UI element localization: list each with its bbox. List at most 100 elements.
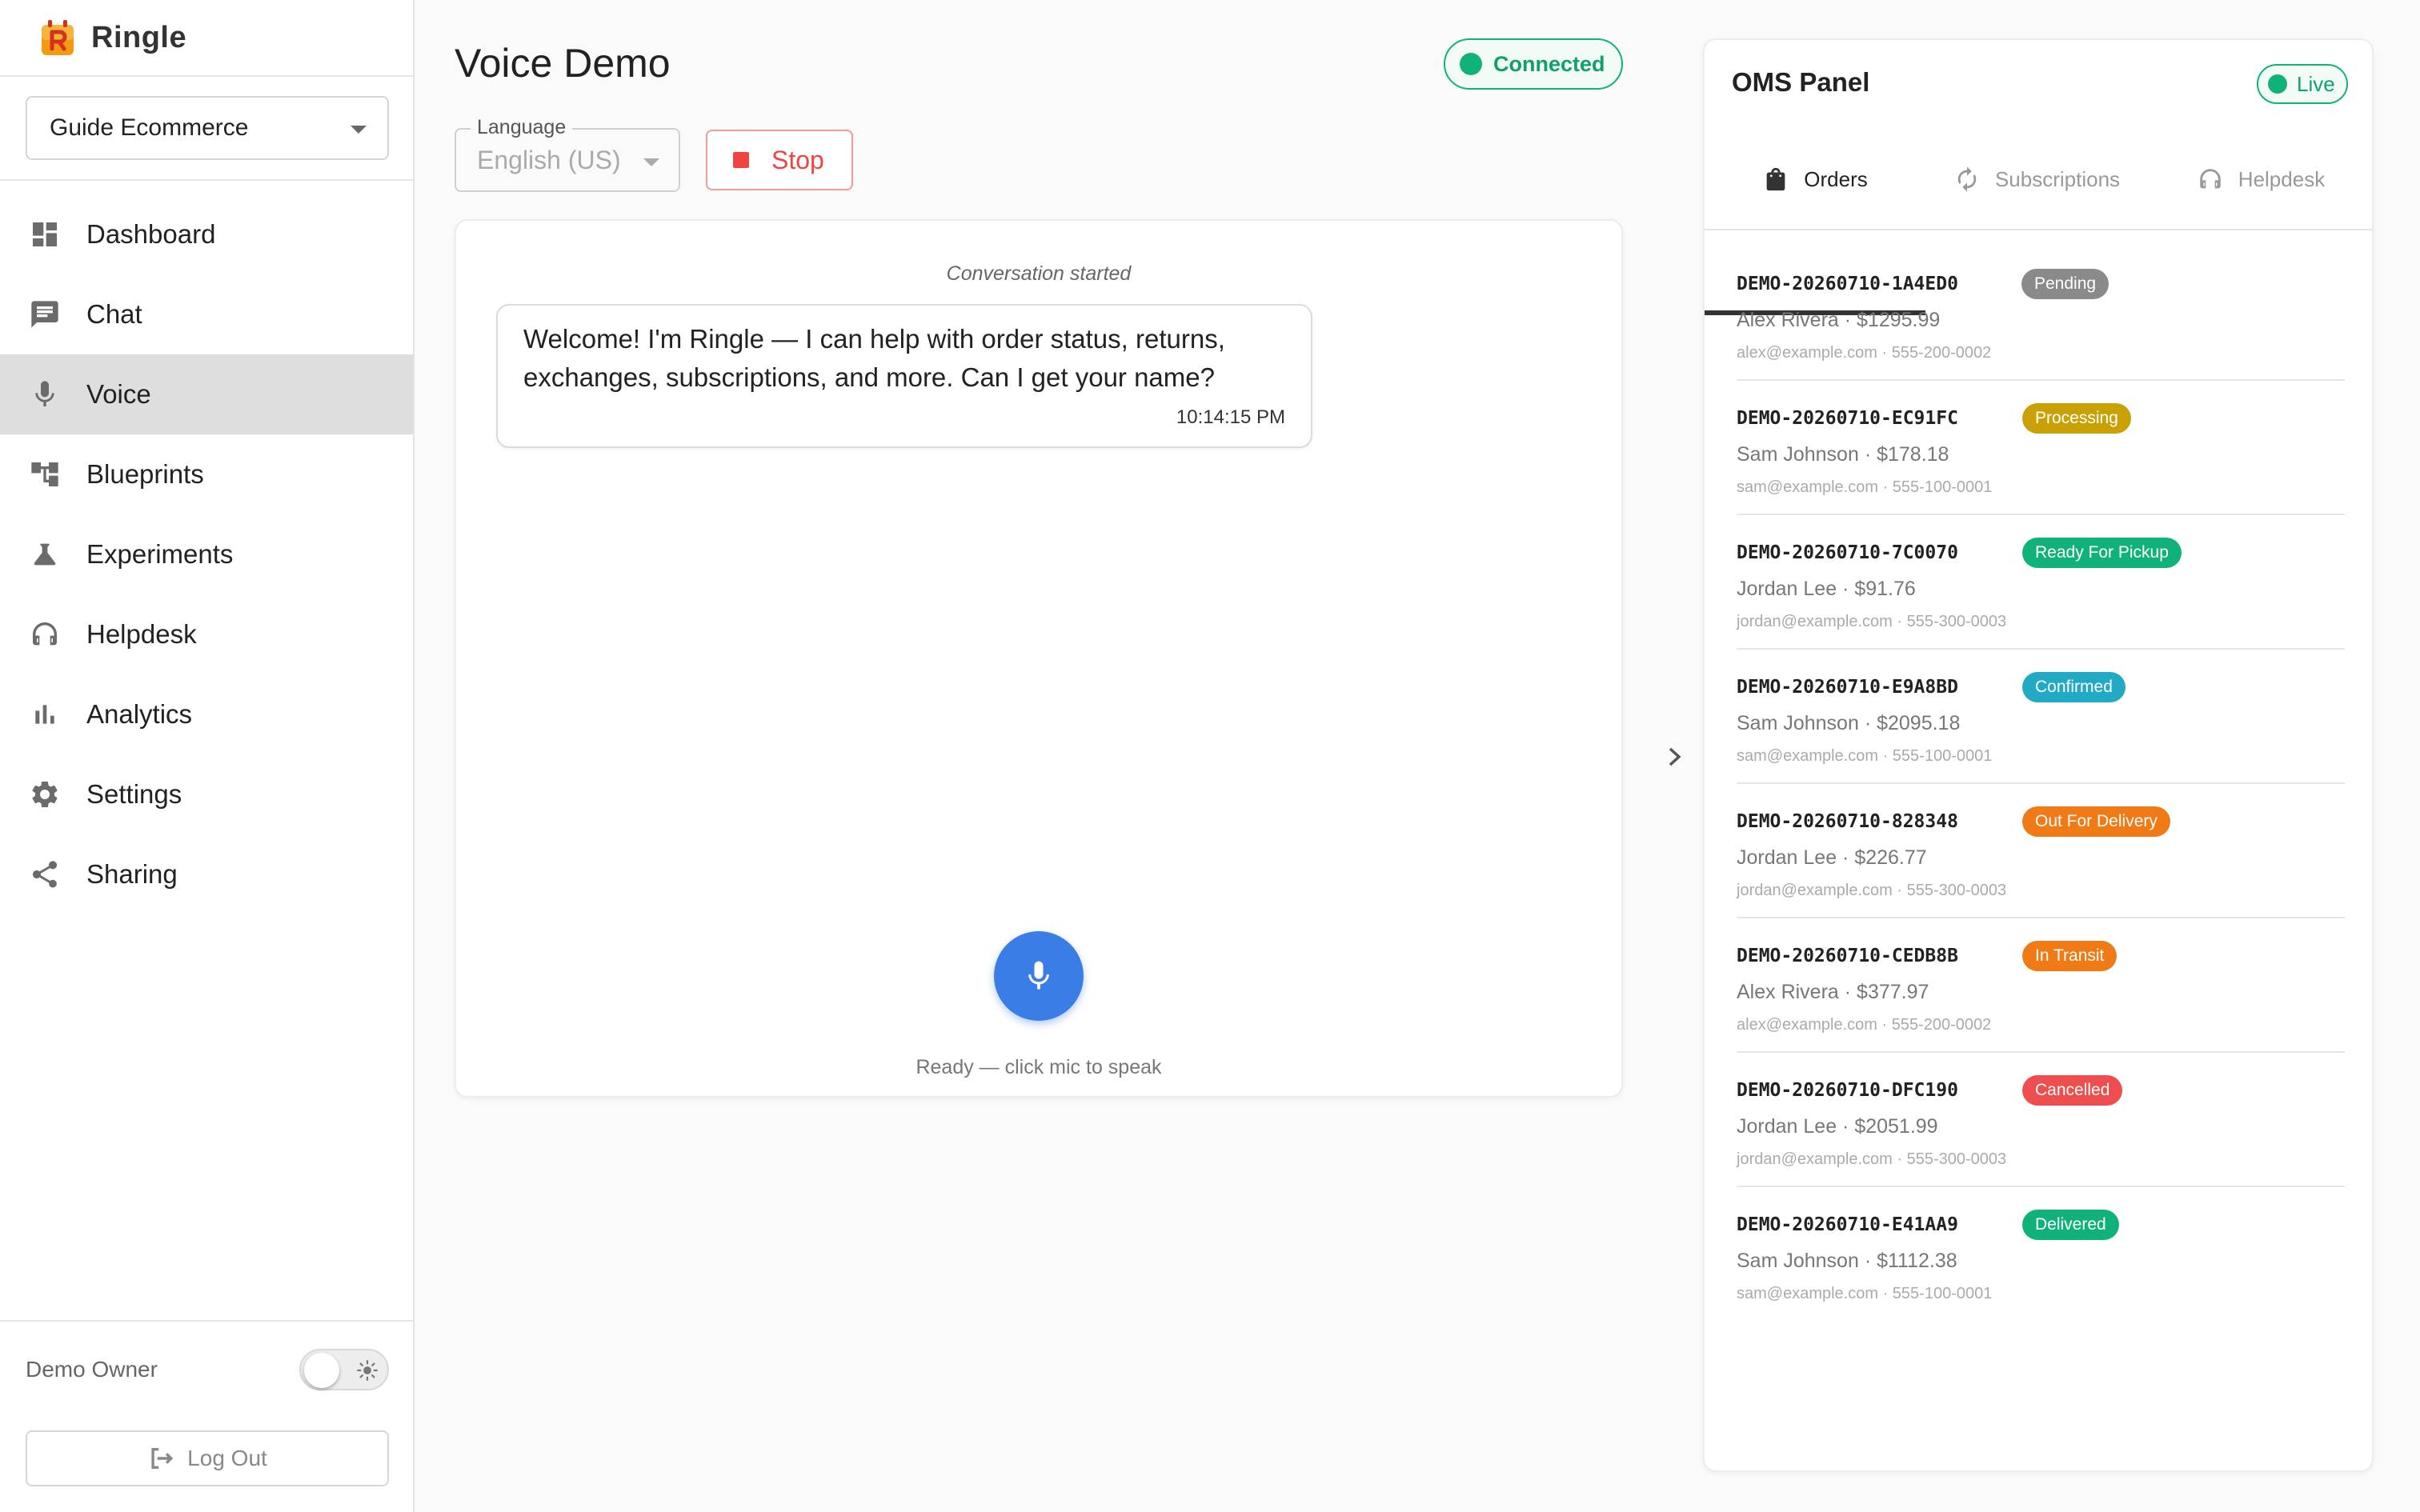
page-title: Voice Demo <box>455 41 671 86</box>
orders-list: DEMO-20260710-1A4ED0 Pending Alex Rivera… <box>1737 246 2345 1322</box>
status-dot-icon <box>2268 74 2287 94</box>
ringle-logo-icon <box>42 20 74 55</box>
sidebar-item-label: Blueprints <box>86 459 204 489</box>
order-status-badge: Pending <box>2021 269 2109 299</box>
order-status-badge: Ready For Pickup <box>2022 538 2182 568</box>
order-customer: Jordan Lee · $91.76 <box>1737 578 1916 600</box>
gear-icon <box>29 778 61 810</box>
brand-name: Ringle <box>91 20 187 54</box>
order-row[interactable]: DEMO-20260710-1A4ED0 Pending Alex Rivera… <box>1737 246 2345 381</box>
sidebar-divider <box>0 179 415 181</box>
refresh-icon <box>1957 166 1977 192</box>
order-status-badge: Cancelled <box>2022 1075 2123 1106</box>
chat-icon <box>29 298 61 330</box>
sidebar-divider <box>0 1320 415 1322</box>
order-contact: alex@example.com · 555-200-0002 <box>1737 344 1992 362</box>
order-status-badge: Delivered <box>2022 1210 2119 1240</box>
order-customer: Alex Rivera · $1295.99 <box>1737 309 1941 331</box>
tab-label: Helpdesk <box>2238 166 2326 191</box>
message-timestamp: 10:14:15 PM <box>1176 406 1285 428</box>
order-customer: Sam Johnson · $178.18 <box>1737 443 1949 466</box>
headset-icon <box>2200 169 2221 189</box>
user-row: Demo Owner <box>26 1344 389 1395</box>
connection-status-label: Connected <box>1493 51 1605 76</box>
sidebar-item-blueprints[interactable]: Blueprints <box>0 434 413 514</box>
order-row[interactable]: DEMO-20260710-E41AA9 Delivered Sam Johns… <box>1737 1187 2345 1322</box>
order-customer: Alex Rivera · $377.97 <box>1737 981 1929 1003</box>
stop-icon <box>733 152 749 168</box>
sidebar-item-label: Sharing <box>86 859 178 889</box>
sidebar-item-label: Helpdesk <box>86 619 197 649</box>
order-contact: jordan@example.com · 555-300-0003 <box>1737 882 2007 899</box>
flask-icon <box>29 538 61 570</box>
tab-subscriptions[interactable]: Subscriptions <box>1925 128 2148 230</box>
tab-label: Orders <box>1804 166 1868 191</box>
order-contact: sam@example.com · 555-100-0001 <box>1737 747 1993 765</box>
sidebar-item-analytics[interactable]: Analytics <box>0 674 413 754</box>
chevron-down-icon <box>351 126 367 134</box>
conversation-panel: Conversation started Welcome! I'm Ringle… <box>455 219 1623 1098</box>
order-id: DEMO-20260710-EC91FC <box>1737 408 1958 429</box>
connection-status-badge: Connected <box>1444 38 1623 90</box>
order-row[interactable]: DEMO-20260710-CEDB8B In Transit Alex Riv… <box>1737 918 2345 1053</box>
mic-button[interactable] <box>994 931 1084 1021</box>
sidebar-item-settings[interactable]: Settings <box>0 754 413 834</box>
mic-status-text: Ready — click mic to speak <box>916 1056 1162 1078</box>
order-id: DEMO-20260710-CEDB8B <box>1737 946 1958 966</box>
order-contact: jordan@example.com · 555-300-0003 <box>1737 1150 2007 1168</box>
logout-label: Log Out <box>187 1446 267 1470</box>
order-status-badge: In Transit <box>2022 941 2118 971</box>
oms-tabs: Orders Subscriptions Helpdesk <box>1705 128 2372 315</box>
conversation-started-label: Conversation started <box>946 262 1132 285</box>
live-label: Live <box>2297 71 2335 96</box>
sidebar-item-experiments[interactable]: Experiments <box>0 514 413 594</box>
order-id: DEMO-20260710-1A4ED0 <box>1737 274 1958 294</box>
shopping-bag-icon <box>1766 167 1785 191</box>
sidebar-item-helpdesk[interactable]: Helpdesk <box>0 594 413 674</box>
tab-orders[interactable]: Orders <box>1705 128 1925 230</box>
stop-button[interactable]: Stop <box>706 130 853 190</box>
oms-panel-title: OMS Panel <box>1732 67 1870 97</box>
sidebar-item-label: Experiments <box>86 539 234 569</box>
order-contact: jordan@example.com · 555-300-0003 <box>1737 613 2007 630</box>
order-row[interactable]: DEMO-20260710-7C0070 Ready For Pickup Jo… <box>1737 515 2345 650</box>
toggle-knob <box>304 1353 339 1388</box>
order-id: DEMO-20260710-DFC190 <box>1737 1080 1958 1101</box>
sidebar-item-label: Chat <box>86 299 142 329</box>
logout-button[interactable]: Log Out <box>26 1430 389 1486</box>
brand[interactable]: Ringle <box>38 18 186 58</box>
sidebar-item-dashboard[interactable]: Dashboard <box>0 194 413 274</box>
dashboard-icon <box>29 218 61 250</box>
mic-icon <box>29 378 61 410</box>
language-select-value: English (US) <box>477 146 621 174</box>
sidebar-item-sharing[interactable]: Sharing <box>0 834 413 914</box>
bar-chart-icon <box>29 698 61 730</box>
order-status-badge: Out For Delivery <box>2022 806 2170 837</box>
chevron-down-icon <box>643 158 659 166</box>
tab-label: Subscriptions <box>1994 166 2121 191</box>
live-badge: Live <box>2257 64 2348 104</box>
logout-icon <box>151 1447 174 1470</box>
share-icon <box>29 858 61 890</box>
order-contact: sam@example.com · 555-100-0001 <box>1737 1285 1993 1302</box>
sidebar-item-voice[interactable]: Voice <box>0 354 413 434</box>
theme-toggle[interactable] <box>299 1349 389 1390</box>
order-row[interactable]: DEMO-20260710-DFC190 Cancelled Jordan Le… <box>1737 1053 2345 1187</box>
oms-panel: OMS Panel Live Orders Subscriptions Help… <box>1703 38 2374 1472</box>
sidebar-item-label: Analytics <box>86 699 193 729</box>
order-customer: Jordan Lee · $2051.99 <box>1737 1115 1938 1138</box>
tab-helpdesk[interactable]: Helpdesk <box>2148 128 2372 230</box>
sun-icon <box>357 1360 378 1381</box>
sidebar-item-label: Dashboard <box>86 219 216 249</box>
user-name: Demo Owner <box>26 1357 158 1382</box>
order-row[interactable]: DEMO-20260710-828348 Out For Delivery Jo… <box>1737 784 2345 918</box>
language-select[interactable]: Language English (US) <box>455 116 680 192</box>
mic-icon <box>1028 961 1049 990</box>
panel-toggle-button[interactable] <box>1663 742 1687 771</box>
order-row[interactable]: DEMO-20260710-E9A8BD Confirmed Sam Johns… <box>1737 650 2345 784</box>
workspace-select[interactable]: Guide Ecommerce <box>26 96 389 160</box>
order-row[interactable]: DEMO-20260710-EC91FC Processing Sam John… <box>1737 381 2345 515</box>
sidebar-item-chat[interactable]: Chat <box>0 274 413 354</box>
chevron-right-icon <box>1669 747 1681 766</box>
order-id: DEMO-20260710-E41AA9 <box>1737 1214 1958 1235</box>
